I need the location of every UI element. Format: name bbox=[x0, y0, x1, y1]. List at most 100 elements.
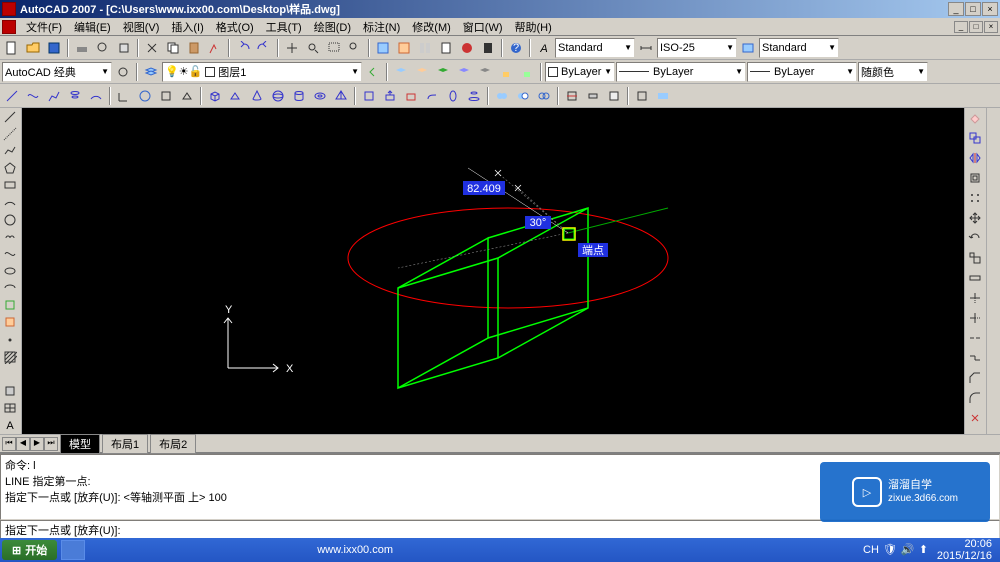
torus-icon[interactable] bbox=[310, 86, 330, 106]
properties-icon[interactable] bbox=[373, 38, 393, 58]
layer-prev-icon[interactable] bbox=[363, 62, 383, 82]
start-button[interactable]: ⊞ 开始 bbox=[2, 540, 57, 560]
wedge-icon[interactable] bbox=[226, 86, 246, 106]
copy2-icon[interactable] bbox=[965, 128, 985, 148]
toolpal-icon[interactable] bbox=[415, 38, 435, 58]
layer-props-icon[interactable] bbox=[141, 62, 161, 82]
stretch-icon[interactable] bbox=[965, 268, 985, 288]
arc-icon[interactable] bbox=[86, 86, 106, 106]
polygon-icon[interactable] bbox=[0, 159, 20, 176]
layer-dropdown[interactable]: 💡 ☀ 🔓 图层1 ▼ bbox=[162, 62, 362, 82]
flatshot-icon[interactable] bbox=[653, 86, 673, 106]
paste-icon[interactable] bbox=[184, 38, 204, 58]
pan-icon[interactable] bbox=[282, 38, 302, 58]
ime-indicator[interactable]: CH bbox=[863, 544, 879, 556]
layer-iso-icon[interactable] bbox=[433, 62, 453, 82]
cone-icon[interactable] bbox=[247, 86, 267, 106]
calc-icon[interactable] bbox=[478, 38, 498, 58]
chamfer-icon[interactable] bbox=[965, 368, 985, 388]
revcloud-icon[interactable] bbox=[0, 228, 20, 245]
preview-icon[interactable] bbox=[93, 38, 113, 58]
xline-icon[interactable] bbox=[0, 125, 20, 142]
spline-icon[interactable] bbox=[0, 245, 20, 262]
tab-layout1[interactable]: 布局1 bbox=[102, 434, 148, 454]
erase-icon[interactable] bbox=[965, 108, 985, 128]
workspace-settings-icon[interactable] bbox=[113, 62, 133, 82]
menu-file[interactable]: 文件(F) bbox=[20, 19, 68, 35]
pline-icon[interactable] bbox=[0, 142, 20, 159]
help-icon[interactable]: ? bbox=[506, 38, 526, 58]
taskbar-autocad[interactable] bbox=[61, 540, 85, 560]
menu-edit[interactable]: 编辑(E) bbox=[68, 19, 117, 35]
extrude-icon[interactable] bbox=[380, 86, 400, 106]
gradient-icon[interactable] bbox=[0, 365, 20, 382]
revolve-icon[interactable] bbox=[443, 86, 463, 106]
move-icon[interactable] bbox=[965, 208, 985, 228]
tab-last[interactable]: ⏭ bbox=[44, 437, 58, 451]
union-icon[interactable] bbox=[492, 86, 512, 106]
zoom-rt-icon[interactable] bbox=[303, 38, 323, 58]
ucs-p-icon[interactable] bbox=[156, 86, 176, 106]
dimstyle-dropdown[interactable]: ISO-25▼ bbox=[657, 38, 737, 58]
line-icon[interactable] bbox=[0, 108, 20, 125]
rectangle-icon[interactable] bbox=[0, 177, 20, 194]
tablestyle-icon[interactable] bbox=[738, 38, 758, 58]
menu-insert[interactable]: 插入(I) bbox=[165, 19, 209, 35]
break-icon[interactable] bbox=[965, 328, 985, 348]
explode-icon[interactable] bbox=[965, 408, 985, 428]
extend-icon[interactable] bbox=[965, 308, 985, 328]
menu-window[interactable]: 窗口(W) bbox=[457, 19, 509, 35]
workspace-dropdown[interactable]: AutoCAD 经典▼ bbox=[2, 62, 112, 82]
3dpoly-icon[interactable] bbox=[44, 86, 64, 106]
textstyle-icon[interactable]: A bbox=[534, 38, 554, 58]
tray-icon-2[interactable]: 🔊 bbox=[901, 543, 915, 557]
tab-next[interactable]: ▶ bbox=[30, 437, 44, 451]
markup-icon[interactable] bbox=[457, 38, 477, 58]
layer-match-icon[interactable] bbox=[412, 62, 432, 82]
color-dropdown[interactable]: ByLayer▼ bbox=[545, 62, 615, 82]
trim-icon[interactable] bbox=[965, 288, 985, 308]
sweep-icon[interactable] bbox=[422, 86, 442, 106]
dimstyle-icon[interactable] bbox=[636, 38, 656, 58]
zoom-prev-icon[interactable] bbox=[345, 38, 365, 58]
menu-modify[interactable]: 修改(M) bbox=[406, 19, 457, 35]
command-input[interactable] bbox=[121, 523, 996, 537]
ellipsearc-icon[interactable] bbox=[0, 280, 20, 297]
cut-icon[interactable] bbox=[142, 38, 162, 58]
layer-unlock-icon[interactable] bbox=[517, 62, 537, 82]
mdi-minimize[interactable]: _ bbox=[954, 21, 968, 33]
block-icon[interactable] bbox=[0, 314, 20, 331]
ellipse-icon[interactable] bbox=[0, 262, 20, 279]
insert-icon[interactable] bbox=[0, 297, 20, 314]
menu-view[interactable]: 视图(V) bbox=[117, 19, 166, 35]
plotstyle-dropdown[interactable]: 随颜色▼ bbox=[858, 62, 928, 82]
slice-icon[interactable] bbox=[562, 86, 582, 106]
tab-model[interactable]: 模型 bbox=[60, 434, 100, 454]
menu-dimension[interactable]: 标注(N) bbox=[357, 19, 406, 35]
zoom-win-icon[interactable] bbox=[324, 38, 344, 58]
textstyle-dropdown[interactable]: Standard▼ bbox=[555, 38, 635, 58]
mirror-icon[interactable] bbox=[965, 148, 985, 168]
layer-freeze-icon[interactable] bbox=[454, 62, 474, 82]
layer-lock2-icon[interactable] bbox=[496, 62, 516, 82]
new-icon[interactable] bbox=[2, 38, 22, 58]
rotate-icon[interactable] bbox=[965, 228, 985, 248]
intersect-icon[interactable] bbox=[534, 86, 554, 106]
region-icon[interactable] bbox=[0, 383, 20, 400]
cylinder-icon[interactable] bbox=[289, 86, 309, 106]
circle-icon[interactable] bbox=[0, 211, 20, 228]
publish-icon[interactable] bbox=[114, 38, 134, 58]
ucs-w-icon[interactable] bbox=[135, 86, 155, 106]
dcenter-icon[interactable] bbox=[394, 38, 414, 58]
tab-layout2[interactable]: 布局2 bbox=[150, 434, 196, 454]
menu-help[interactable]: 帮助(H) bbox=[509, 19, 558, 35]
array-icon[interactable] bbox=[965, 188, 985, 208]
tab-first[interactable]: ⏮ bbox=[2, 437, 16, 451]
pyramid-icon[interactable] bbox=[331, 86, 351, 106]
undo-icon[interactable] bbox=[233, 38, 253, 58]
drawing-canvas[interactable]: X Y 82.409 30° 端点 bbox=[22, 108, 964, 434]
tray-icon-3[interactable]: ⬆ bbox=[919, 543, 933, 557]
open-icon[interactable] bbox=[23, 38, 43, 58]
loft-icon[interactable] bbox=[464, 86, 484, 106]
ucs-f-icon[interactable] bbox=[177, 86, 197, 106]
